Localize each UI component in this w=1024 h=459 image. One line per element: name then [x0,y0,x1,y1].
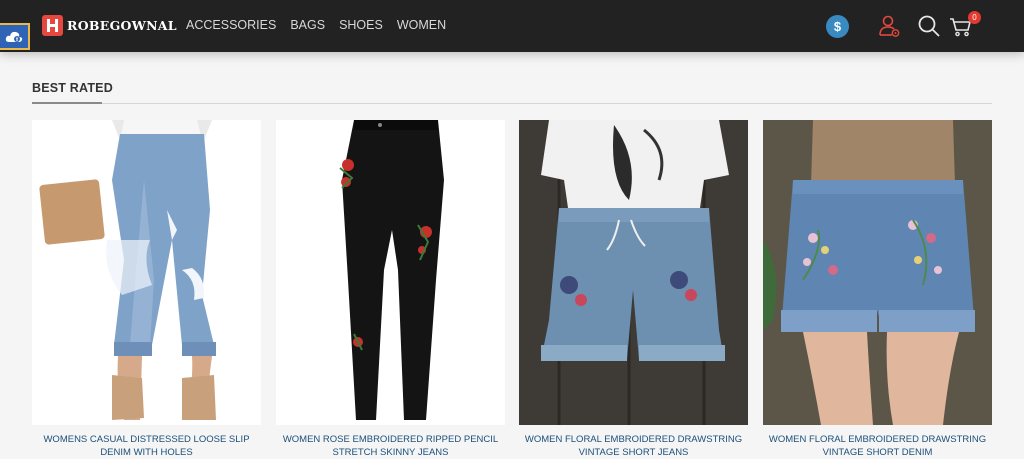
section-title-underline [32,102,102,104]
product-card[interactable]: WOMEN FLORAL EMBROIDERED DRAWSTRING VINT… [519,120,748,459]
product-card[interactable]: WOMEN FLORAL EMBROIDERED DRAWSTRING VINT… [763,120,992,459]
section-title: BEST RATED [32,81,113,95]
product-name[interactable]: WOMENS CASUAL DISTRESSED LOOSE SLIP DENI… [32,433,261,459]
logo-mark-icon [42,15,63,36]
product-card[interactable]: WOMENS CASUAL DISTRESSED LOOSE SLIP DENI… [32,120,261,459]
main-nav: ACCESSORIES BAGS SHOES WOMEN [186,18,446,32]
nav-item-shoes[interactable]: SHOES [339,18,383,32]
product-name[interactable]: WOMEN FLORAL EMBROIDERED DRAWSTRING VINT… [763,433,992,459]
brand-name: ROBEGOWNAL [67,18,177,33]
user-icon[interactable] [877,14,901,38]
cloud-icon [5,31,23,42]
currency-button[interactable]: $ [826,15,849,38]
product-image[interactable] [276,120,505,425]
nav-item-women[interactable]: WOMEN [397,18,446,32]
product-card[interactable]: WOMEN ROSE EMBROIDERED RIPPED PENCIL STR… [276,120,505,459]
nav-item-accessories[interactable]: ACCESSORIES [186,18,276,32]
search-icon[interactable] [917,14,941,38]
product-name[interactable]: WOMEN FLORAL EMBROIDERED DRAWSTRING VINT… [519,433,748,459]
nav-item-bags[interactable]: BAGS [290,18,325,32]
product-image[interactable] [763,120,992,425]
product-image[interactable] [519,120,748,425]
product-image[interactable] [32,120,261,425]
section-divider [32,103,992,104]
cart-count-badge: 0 [968,11,981,24]
header-bar: ROBEGOWNAL ACCESSORIES BAGS SHOES WOMEN … [0,0,1024,52]
product-name[interactable]: WOMEN ROSE EMBROIDERED RIPPED PENCIL STR… [276,433,505,459]
brand-logo[interactable]: ROBEGOWNAL [42,15,177,36]
side-tab-button[interactable] [0,23,30,50]
